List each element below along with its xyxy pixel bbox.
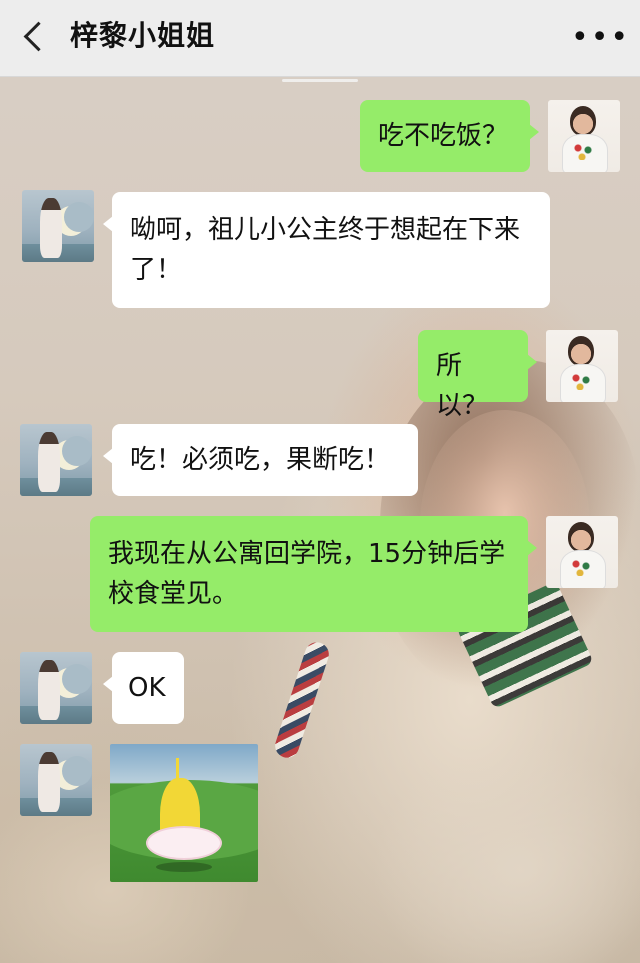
contact-avatar[interactable] bbox=[22, 190, 94, 262]
avatar-shirt-print bbox=[574, 144, 594, 160]
avatar-head bbox=[568, 522, 594, 552]
avatar-moon-shadow bbox=[64, 202, 94, 232]
avatar-shirt-print bbox=[572, 374, 592, 390]
message-bubble-sent[interactable]: 我现在从公寓回学院，15分钟后学校食堂见。 bbox=[90, 516, 537, 632]
more-options-icon[interactable]: ••• bbox=[571, 23, 630, 53]
sticker-message[interactable] bbox=[110, 744, 258, 882]
chat-screen: 梓黎小姐姐 ••• 吃不吃饭？ 呦呵，祖儿小公主终于想起在下来了！ 所以？ 吃！… bbox=[0, 0, 640, 963]
contact-avatar[interactable] bbox=[20, 744, 92, 816]
avatar-figure bbox=[40, 198, 62, 258]
message-text: 吃不吃饭？ bbox=[378, 121, 509, 151]
my-avatar[interactable] bbox=[548, 100, 620, 172]
message-text: 所以？ bbox=[436, 351, 489, 421]
message-bubble-received[interactable]: 呦呵，祖儿小公主终于想起在下来了！ bbox=[103, 192, 550, 308]
back-icon[interactable] bbox=[23, 21, 54, 52]
avatar-moon-shadow bbox=[62, 756, 92, 786]
message-bubble-received[interactable]: 吃！必须吃，果断吃！ bbox=[103, 424, 418, 496]
chat-title: 梓黎小姐姐 bbox=[70, 19, 216, 52]
message-text: 我现在从公寓回学院，15分钟后学校食堂见。 bbox=[108, 539, 506, 609]
avatar-shirt-print bbox=[572, 560, 592, 576]
avatar-figure bbox=[38, 432, 60, 492]
message-text: OK bbox=[128, 673, 166, 703]
contact-avatar[interactable] bbox=[20, 424, 92, 496]
message-text: 吃！必须吃，果断吃！ bbox=[130, 445, 391, 475]
my-avatar[interactable] bbox=[546, 516, 618, 588]
avatar-figure bbox=[38, 660, 60, 720]
message-bubble-sent[interactable]: 吃不吃饭？ bbox=[360, 100, 539, 172]
top-navigation-bar: 梓黎小姐姐 ••• bbox=[0, 0, 640, 77]
contact-avatar[interactable] bbox=[20, 652, 92, 724]
avatar-head bbox=[568, 336, 594, 366]
avatar-figure bbox=[38, 752, 60, 812]
background-photo-cardigan bbox=[0, 640, 640, 963]
message-bubble-received[interactable]: OK bbox=[103, 652, 184, 724]
sticker-shadow bbox=[156, 862, 212, 872]
avatar-head bbox=[570, 106, 596, 136]
my-avatar[interactable] bbox=[546, 330, 618, 402]
message-text: 呦呵，祖儿小公主终于想起在下来了！ bbox=[130, 215, 521, 285]
sticker-tutu bbox=[146, 826, 222, 860]
scroll-indicator bbox=[282, 79, 358, 82]
message-bubble-sent[interactable]: 所以？ bbox=[418, 330, 537, 421]
avatar-moon-shadow bbox=[62, 436, 92, 466]
avatar-moon-shadow bbox=[62, 664, 92, 694]
